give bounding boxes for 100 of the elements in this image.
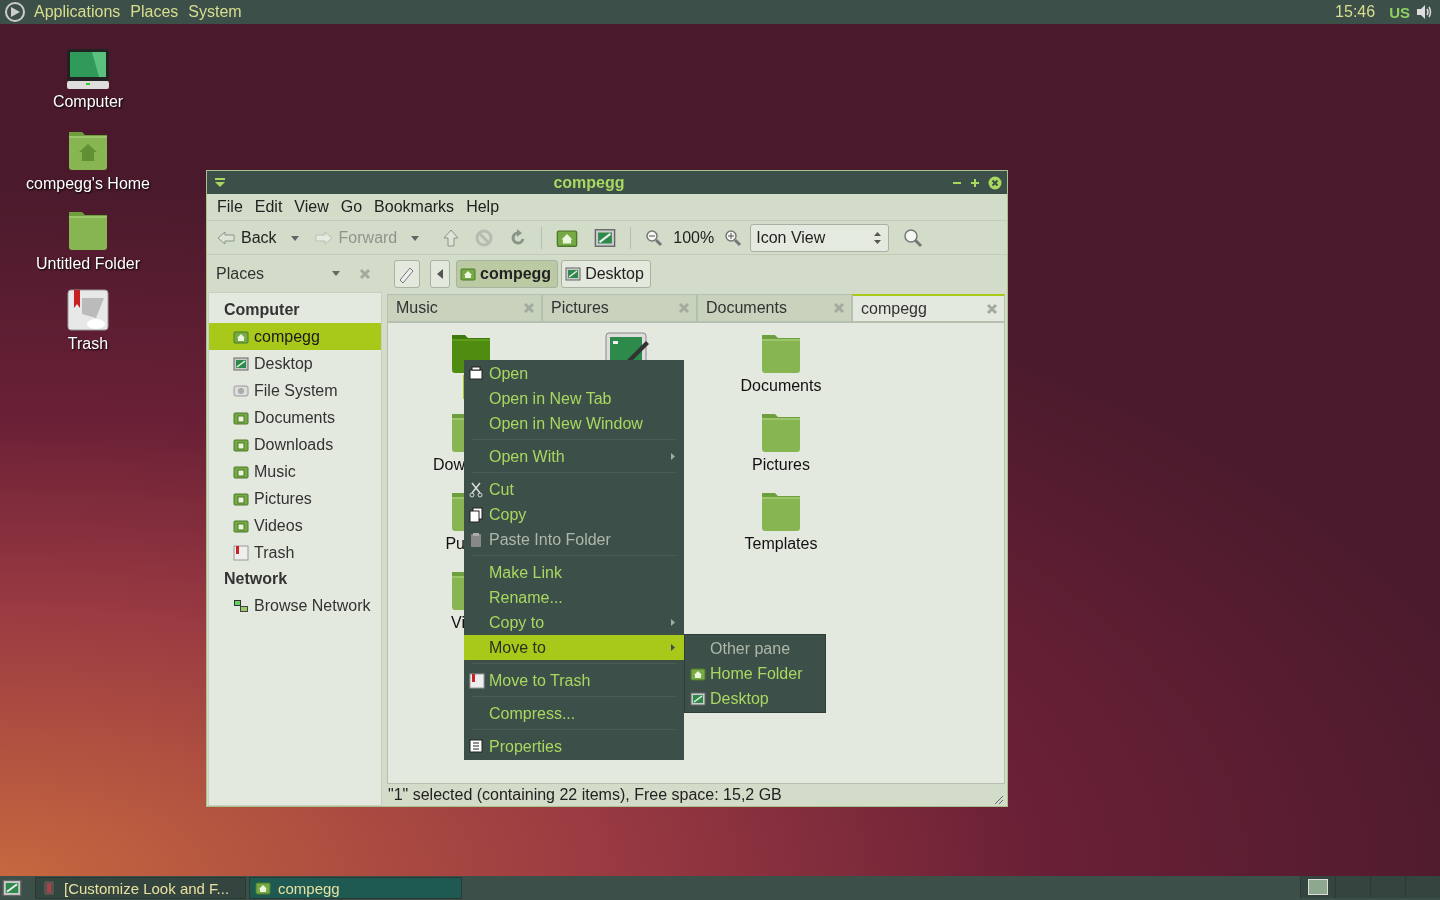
zoom-in-icon[interactable]	[724, 228, 743, 247]
folder-icon	[233, 463, 249, 480]
menu-item[interactable]: Open in New Tab	[464, 386, 684, 411]
folder-icon	[233, 409, 249, 426]
sidebar-item[interactable]: Downloads	[209, 431, 381, 458]
sidebar-item[interactable]: Pictures	[209, 485, 381, 512]
sidebar-item[interactable]: Videos	[209, 512, 381, 539]
view-mode-select[interactable]: Icon View	[750, 223, 890, 252]
menu-item[interactable]: Compress...	[464, 701, 684, 726]
file-label[interactable]: Pu	[445, 535, 465, 553]
workspace-switcher[interactable]	[1300, 876, 1440, 900]
menu-item[interactable]: Move to	[464, 635, 684, 660]
desktop-icon[interactable]	[2, 878, 22, 898]
desktop-icon-label[interactable]: Untitled Folder	[35, 255, 140, 273]
home-folder-icon	[690, 666, 706, 682]
desktop-icon-label[interactable]: compegg's Home	[26, 175, 150, 193]
close-icon[interactable]	[988, 175, 1002, 190]
menu-bar-item[interactable]: Edit	[254, 198, 283, 216]
path-left-button[interactable]	[430, 259, 450, 288]
caret-icon[interactable]	[290, 236, 299, 241]
path-button[interactable]: Desktop	[561, 259, 651, 288]
sidebar-item[interactable]: Desktop	[209, 350, 381, 377]
clock[interactable]: 15:46	[1335, 3, 1376, 21]
panel-menu[interactable]: Applications	[34, 3, 121, 21]
clipboard-icon	[469, 532, 483, 548]
menu-item[interactable]: Open	[464, 361, 684, 386]
sidebar-item[interactable]: Music	[209, 458, 381, 485]
forward-arrow-icon	[314, 230, 333, 245]
edit-location-button[interactable]	[394, 259, 420, 288]
menu-item[interactable]: Home Folder	[685, 661, 825, 686]
folder-icon	[233, 490, 249, 507]
desktop-icon-label[interactable]: Computer	[52, 93, 124, 111]
panel-menu[interactable]: Places	[130, 3, 179, 21]
file-label[interactable]: Pictures	[711, 456, 851, 474]
back-button[interactable]: Back	[217, 228, 281, 247]
sidebar-item[interactable]: Documents	[209, 404, 381, 431]
file-label[interactable]: Vi	[451, 614, 465, 632]
sidebar-item[interactable]: Browse Network	[209, 592, 381, 619]
menu-bar-item[interactable]: Help	[466, 198, 500, 216]
menu-bar-item[interactable]: File	[217, 198, 243, 216]
monitor-icon[interactable]	[66, 48, 110, 90]
trash-icon	[233, 544, 249, 561]
sidebar-item[interactable]: compegg	[209, 323, 381, 350]
folder-icon	[233, 436, 249, 453]
scissors-icon	[469, 482, 483, 498]
window-icon	[469, 366, 483, 380]
taskbar-button[interactable]: [Customize Look and F...	[35, 877, 246, 899]
keyboard-layout[interactable]: US	[1389, 3, 1410, 21]
zoom-out-icon[interactable]	[645, 228, 664, 247]
desktop-icon	[565, 265, 582, 282]
resize-grip-icon[interactable]	[995, 796, 1003, 804]
sidebar-item[interactable]: File System	[209, 377, 381, 404]
home-folder-icon	[233, 328, 249, 345]
menu-item[interactable]: Move to Trash	[464, 668, 684, 693]
caret-icon[interactable]	[332, 271, 340, 276]
file-label[interactable]: Dow	[433, 456, 465, 474]
sidebar-item[interactable]: Trash	[209, 539, 381, 566]
trash-icon	[469, 673, 485, 689]
menu-item[interactable]: Desktop	[685, 686, 825, 711]
menu-item[interactable]: Copy	[464, 502, 684, 527]
tab[interactable]: Music	[387, 294, 542, 322]
path-button[interactable]: compegg	[456, 259, 559, 288]
menu-item[interactable]: Make Link	[464, 560, 684, 585]
menu-item[interactable]: Rename...	[464, 585, 684, 610]
menu-bar-item[interactable]: Go	[340, 198, 363, 216]
desktop-icon	[233, 355, 249, 372]
home-folder-icon	[460, 265, 476, 282]
window-title: compegg	[552, 173, 626, 192]
search-icon[interactable]	[903, 227, 924, 248]
copy-icon	[469, 507, 483, 523]
sidebar-mode-label[interactable]: Places	[216, 264, 332, 283]
tab[interactable]: compegg	[852, 294, 1005, 322]
menu-item[interactable]: Open in New Window	[464, 411, 684, 436]
menu-item[interactable]: Copy to	[464, 610, 684, 635]
desktop-icon-label[interactable]: Trash	[67, 335, 109, 353]
menu-item[interactable]: Cut	[464, 477, 684, 502]
tab[interactable]: Documents	[697, 294, 852, 322]
window-menu-icon[interactable]	[214, 177, 226, 188]
spinner-icon	[874, 231, 882, 244]
taskbar-button[interactable]: compegg	[249, 877, 462, 899]
status-text: "1" selected (containing 22 items), Free space: 15,2 GB	[388, 786, 782, 804]
trash-icon[interactable]	[66, 288, 110, 332]
menu-bar-item[interactable]: View	[294, 198, 329, 216]
volume-icon[interactable]	[1416, 5, 1434, 19]
file-label[interactable]: Documents	[711, 377, 851, 395]
file-label[interactable]: Templates	[711, 535, 851, 553]
menu-item[interactable]: Properties	[464, 734, 684, 759]
sidebar-heading: Computer	[223, 300, 301, 320]
network-icon	[233, 597, 249, 614]
panel-menu[interactable]: System	[188, 3, 242, 21]
menu-bar-item[interactable]: Bookmarks	[374, 198, 455, 216]
menu-item[interactable]: Open With	[464, 444, 684, 469]
sidebar-heading: Network	[223, 569, 289, 589]
tab[interactable]: Pictures	[542, 294, 697, 322]
desktop-icon	[690, 691, 706, 707]
home-folder-icon	[255, 880, 271, 896]
logo-icon[interactable]	[4, 1, 26, 23]
folder-icon	[233, 517, 249, 534]
caret-icon[interactable]	[411, 236, 420, 241]
maximize-icon[interactable]	[970, 176, 980, 189]
